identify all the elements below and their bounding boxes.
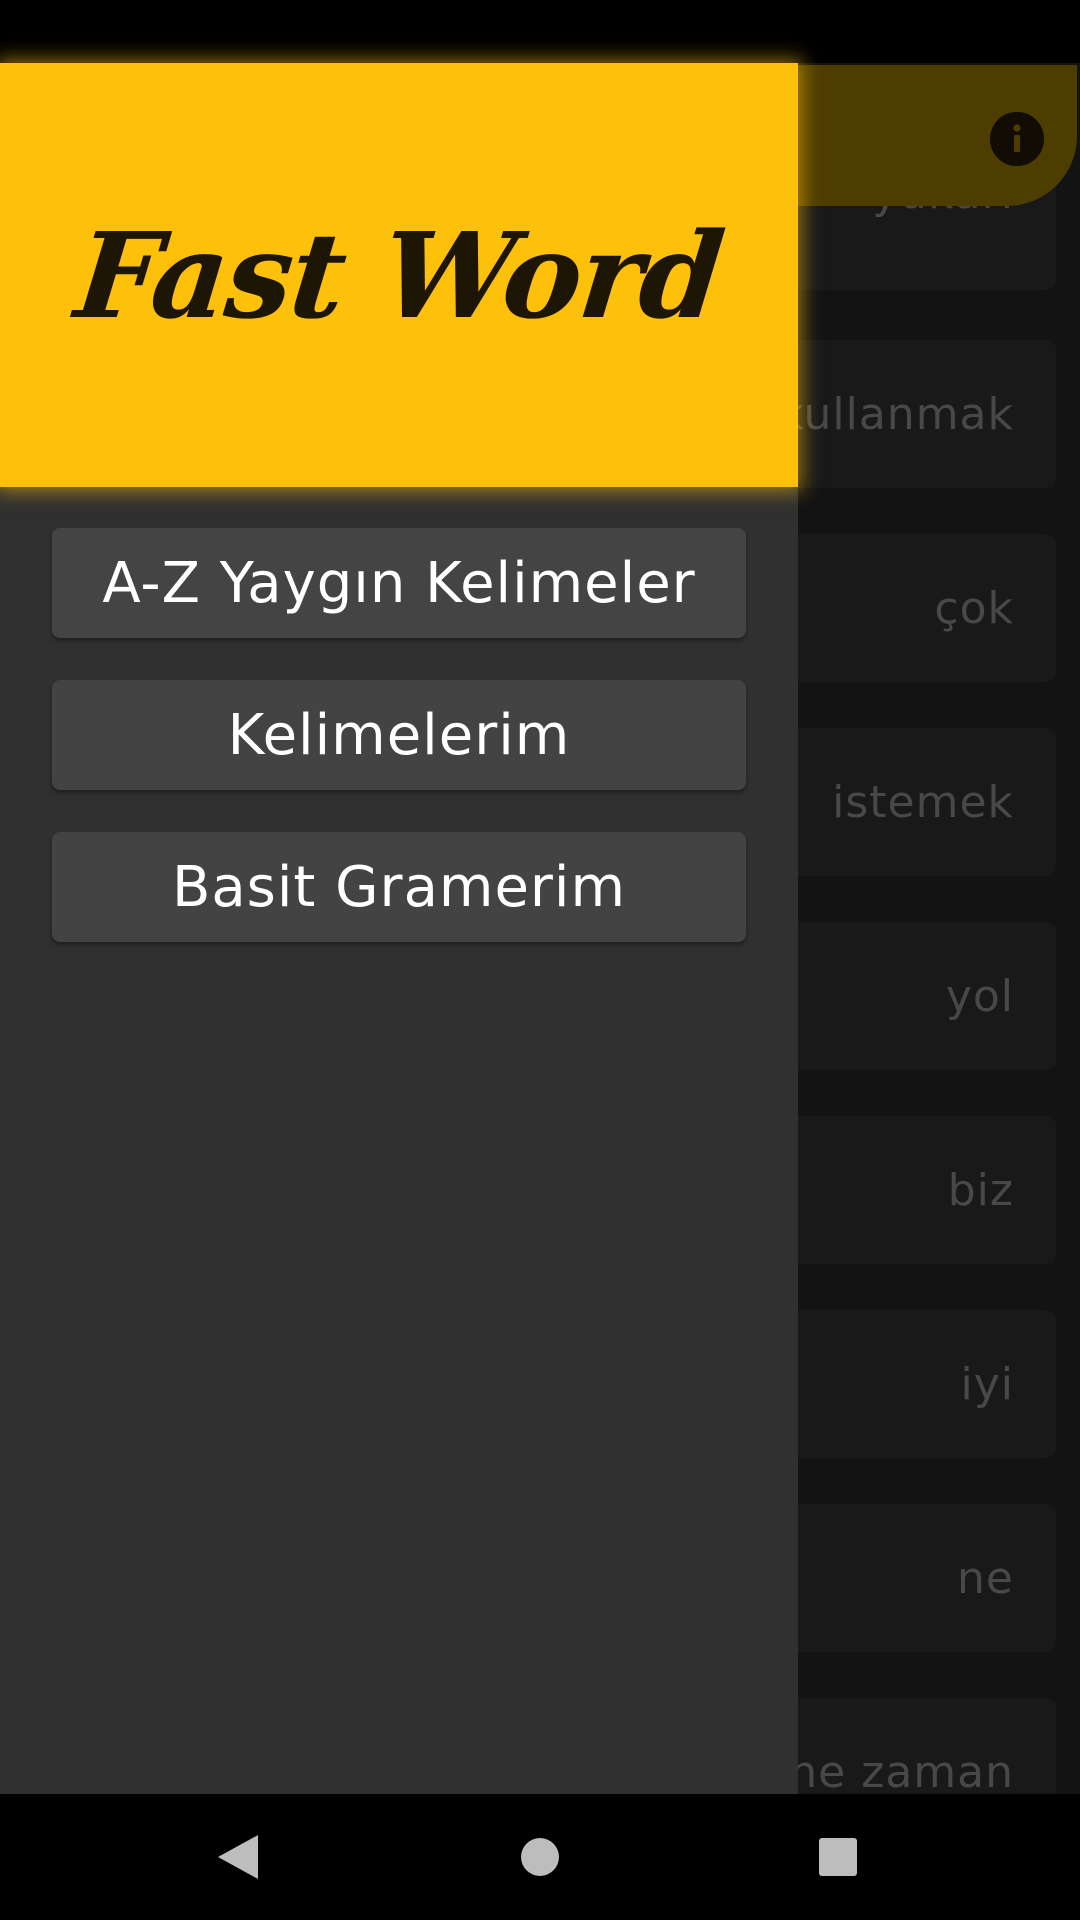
menu-item-basic-grammar[interactable]: Basit Gramerim <box>52 832 746 942</box>
navigation-drawer: Fast Word A-Z Yaygın Kelimeler Kelimeler… <box>0 63 798 1794</box>
status-bar <box>0 0 1080 63</box>
menu-item-a-z-common-words[interactable]: A-Z Yaygın Kelimeler <box>52 528 746 638</box>
back-triangle-icon <box>218 1835 258 1879</box>
drawer-header: Fast Word <box>0 63 798 487</box>
recents-button[interactable] <box>805 1824 871 1890</box>
menu-item-my-words[interactable]: Kelimelerim <box>52 680 746 790</box>
home-circle-icon <box>521 1838 559 1876</box>
system-navigation-bar <box>0 1794 1080 1920</box>
back-button[interactable] <box>205 1824 271 1890</box>
info-icon <box>990 112 1044 166</box>
info-button[interactable] <box>990 112 1044 166</box>
drawer-menu: A-Z Yaygın Kelimeler Kelimelerim Basit G… <box>52 528 746 984</box>
drawer-title: Fast Word <box>69 205 729 345</box>
screen: yukarı kullanmak çok istemek yol biz iyi… <box>0 0 1080 1920</box>
recents-square-icon <box>819 1838 857 1876</box>
home-button[interactable] <box>507 1824 573 1890</box>
